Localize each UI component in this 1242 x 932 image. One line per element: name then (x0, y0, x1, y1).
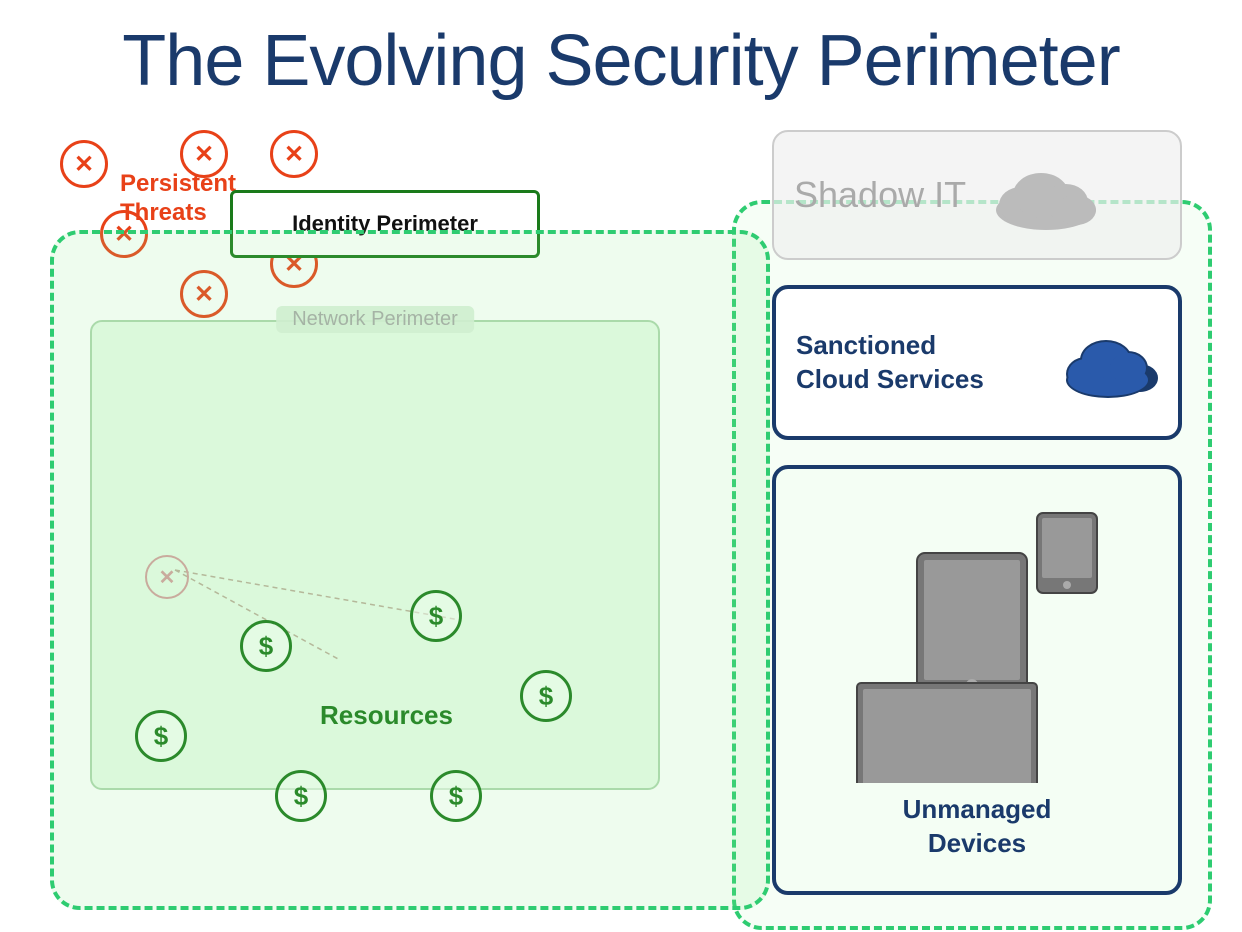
threat-icon-3: ✕ (270, 130, 318, 178)
cloud-shadow-icon (986, 160, 1106, 230)
sanctioned-label-line1: Sanctioned (796, 329, 1058, 363)
threats-label-line2: Threats (120, 199, 236, 228)
page-title: The Evolving Security Perimeter (0, 0, 1242, 102)
shadow-it-box: Shadow IT (772, 130, 1182, 260)
unmanaged-label-line2: Devices (903, 827, 1052, 861)
threats-label-line1: Persistent (120, 170, 236, 199)
diagram-area: Network Perimeter ✕ ✕ ✕ ✕ ✕ ✕ Persistent… (30, 130, 1212, 912)
unmanaged-label: Unmanaged Devices (903, 793, 1052, 861)
sanctioned-box: Sanctioned Cloud Services (772, 285, 1182, 440)
unmanaged-label-line1: Unmanaged (903, 793, 1052, 827)
unmanaged-box: Unmanaged Devices (772, 465, 1182, 895)
shadow-it-label: Shadow IT (794, 174, 966, 216)
sanctioned-label: Sanctioned Cloud Services (796, 329, 1058, 397)
threat-icon-1: ✕ (60, 140, 108, 188)
outer-perimeter (50, 230, 770, 910)
cloud-blue-icon (1058, 328, 1158, 398)
threats-label: Persistent Threats (120, 170, 236, 228)
devices-illustration (797, 503, 1157, 783)
sanctioned-label-line2: Cloud Services (796, 363, 1058, 397)
